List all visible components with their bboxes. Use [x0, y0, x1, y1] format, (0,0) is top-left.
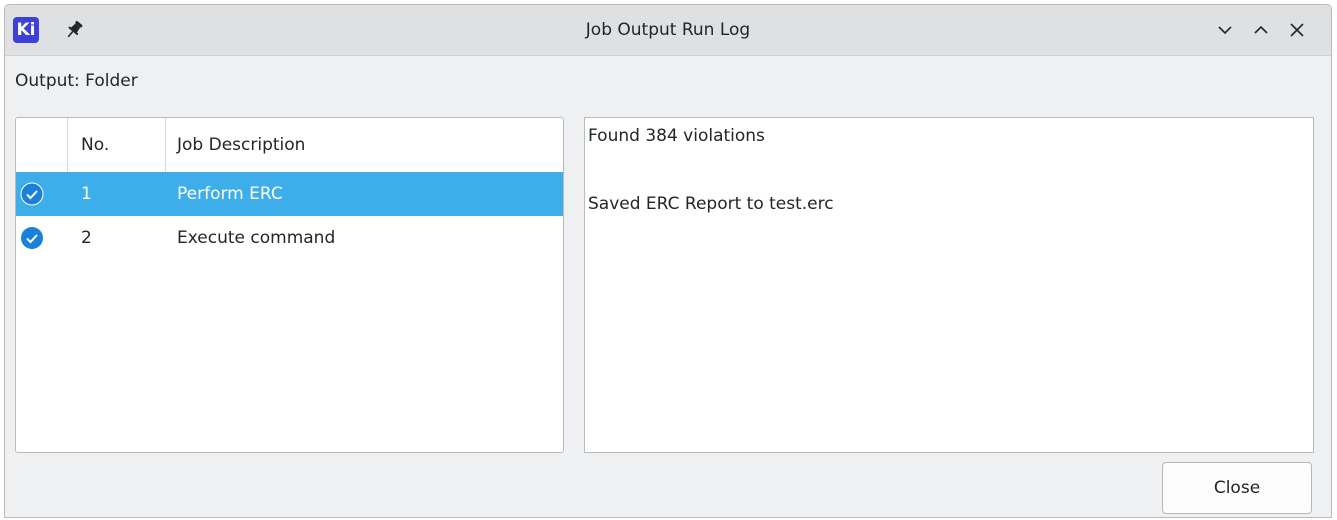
title-bar[interactable]: Ki Job Output Run Log: [5, 5, 1331, 56]
chevron-up-icon[interactable]: [1249, 18, 1273, 42]
log-line: Found 384 violations: [588, 126, 765, 146]
log-line: Saved ERC Report to test.erc: [588, 194, 834, 214]
job-output-dialog: Ki Job Output Run Log Output: Folder No.…: [4, 4, 1332, 518]
job-description: Execute command: [177, 228, 336, 248]
output-label: Output: Folder: [15, 71, 138, 91]
app-logo: Ki: [13, 17, 39, 43]
job-description: Perform ERC: [177, 184, 283, 204]
check-circle-icon: [20, 182, 44, 206]
log-output-pane[interactable]: Found 384 violations Saved ERC Report to…: [584, 117, 1314, 453]
column-header-number[interactable]: No.: [68, 118, 166, 172]
window-title: Job Output Run Log: [585, 20, 751, 40]
job-number: 2: [81, 228, 92, 248]
check-circle-icon: [20, 226, 44, 250]
close-icon[interactable]: [1285, 18, 1309, 42]
column-header-status[interactable]: [16, 118, 68, 172]
job-row[interactable]: 1 Perform ERC: [16, 172, 563, 216]
pin-icon[interactable]: [63, 19, 85, 41]
job-number: 1: [81, 184, 92, 204]
close-button[interactable]: Close: [1162, 462, 1312, 514]
chevron-down-icon[interactable]: [1213, 18, 1237, 42]
job-row[interactable]: 2 Execute command: [16, 216, 563, 260]
job-list[interactable]: No. Job Description 1 Perform ERC 2 Exec…: [15, 117, 564, 453]
column-header-description[interactable]: Job Description: [166, 118, 563, 172]
list-header: No. Job Description: [16, 118, 563, 173]
